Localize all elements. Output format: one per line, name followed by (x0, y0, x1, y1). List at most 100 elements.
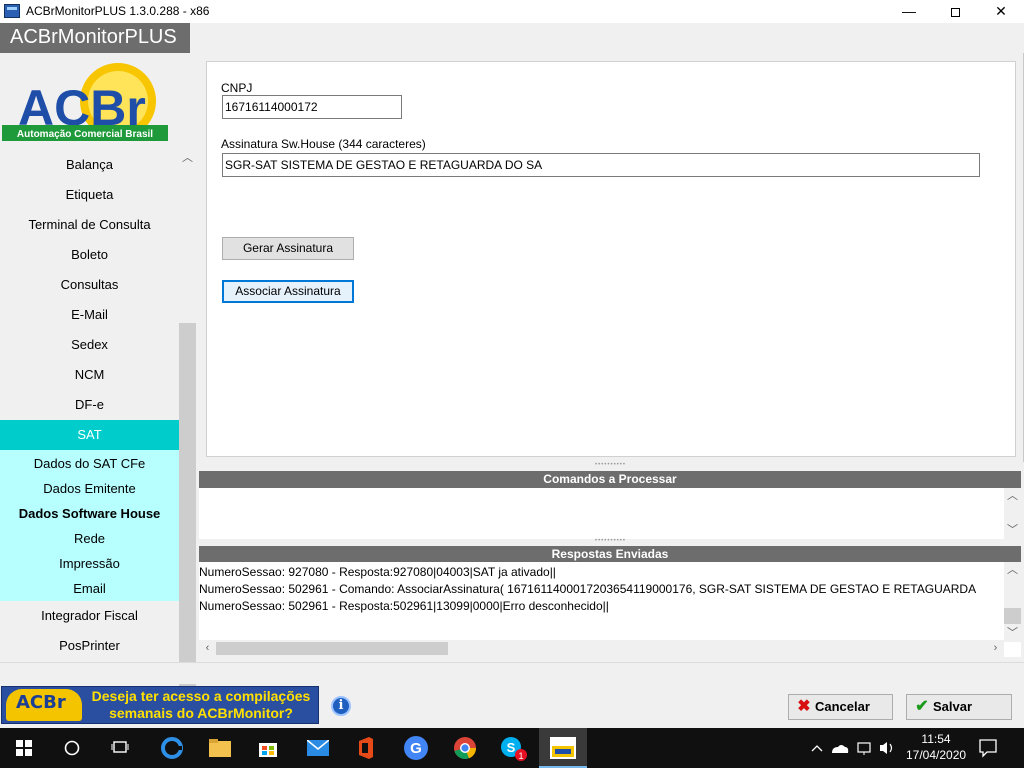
file-explorer-button[interactable] (196, 728, 244, 768)
subitem-impressao[interactable]: Impressão (0, 551, 179, 576)
task-view-icon (111, 741, 129, 753)
acbr-app-icon (550, 737, 576, 759)
scroll-down-icon[interactable]: ﹀ (1004, 522, 1021, 539)
sidebar-item-email[interactable]: E-Mail (0, 300, 179, 330)
sidebar-scroll-thumb[interactable] (179, 323, 196, 695)
edge-icon (161, 737, 183, 759)
responses-panel-header: Respostas Enviadas (199, 546, 1021, 563)
sidebar-item-sedex[interactable]: Sedex (0, 330, 179, 360)
sidebar-scrollbar[interactable]: ︿ ﹀ (179, 150, 196, 715)
signature-input[interactable]: SGR-SAT SISTEMA DE GESTAO E RETAGUARDA D… (222, 153, 980, 177)
associar-assinatura-button[interactable]: Associar Assinatura (222, 280, 354, 303)
checkmark-icon: ✔ (915, 698, 929, 715)
signature-label: Assinatura Sw.House (344 caracteres) (221, 137, 426, 151)
subitem-rede[interactable]: Rede (0, 526, 179, 551)
svg-text:S: S (507, 740, 516, 755)
cancel-button[interactable]: ✖ Cancelar (788, 694, 893, 720)
store-bag-icon (259, 743, 277, 757)
windows-taskbar: G S1 11:54 17/04/2020 (0, 728, 1024, 768)
subitem-dados-software-house[interactable]: Dados Software House (0, 501, 179, 526)
cnpj-label: CNPJ (221, 81, 253, 95)
minimize-button[interactable]: — (886, 0, 932, 23)
sidebar-item-integrador-fiscal[interactable]: Integrador Fiscal (0, 601, 179, 631)
splitter-handle[interactable]: •••••••••• (197, 462, 1024, 470)
sidebar-item-balanca[interactable]: Balança (0, 150, 179, 180)
notifications-button[interactable] (978, 728, 1008, 768)
maximize-button[interactable] (932, 0, 978, 23)
save-button[interactable]: ✔ Salvar (906, 694, 1012, 720)
minimize-icon: — (902, 3, 916, 19)
weekly-builds-banner[interactable]: ACBr Deseja ter acesso a compilações sem… (1, 686, 319, 724)
commands-list[interactable]: ︿ ﹀ (199, 488, 1021, 539)
edge-browser-button[interactable] (148, 728, 196, 768)
gerar-assinatura-button[interactable]: Gerar Assinatura (222, 237, 354, 260)
scroll-up-icon[interactable]: ︿ (179, 150, 196, 167)
app-name-header: ACBrMonitorPLUS (0, 23, 190, 53)
acbr-monitor-taskbar-button[interactable] (539, 728, 587, 768)
google-button[interactable]: G (392, 728, 440, 768)
close-button[interactable]: ✕ (978, 0, 1024, 23)
search-button[interactable] (48, 728, 96, 768)
subitem-dados-sat-cfe[interactable]: Dados do SAT CFe (0, 451, 179, 476)
mail-button[interactable] (294, 728, 342, 768)
folder-icon (209, 739, 231, 757)
window-title-bar: ACBrMonitorPLUS 1.3.0.288 - x86 — ✕ (0, 0, 1024, 23)
sidebar-item-consultas[interactable]: Consultas (0, 270, 179, 300)
scroll-up-icon[interactable]: ︿ (1004, 488, 1021, 505)
start-button[interactable] (0, 728, 48, 768)
cancel-x-icon: ✖ (797, 698, 811, 715)
windows-logo-icon (16, 740, 32, 756)
clock[interactable]: 11:54 17/04/2020 (906, 728, 966, 768)
scroll-left-icon[interactable]: ‹ (199, 640, 216, 657)
svg-text:G: G (410, 740, 422, 757)
sidebar-item-sat[interactable]: SAT (0, 420, 179, 450)
subitem-dados-emitente[interactable]: Dados Emitente (0, 476, 179, 501)
notification-icon (979, 739, 997, 758)
commands-panel-header: Comandos a Processar (199, 471, 1021, 488)
left-panel: ACBr Automação Comercial Brasil Balança … (0, 53, 197, 715)
sat-submenu: Dados do SAT CFe Dados Emitente Dados So… (0, 450, 179, 601)
window-title: ACBrMonitorPLUS 1.3.0.288 - x86 (26, 4, 210, 18)
system-tray (806, 728, 906, 768)
acbr-logo: ACBr Automação Comercial Brasil (2, 63, 168, 141)
sidebar-item-ncm[interactable]: NCM (0, 360, 179, 390)
svg-text:1: 1 (518, 751, 523, 761)
skype-icon: S1 (501, 737, 527, 761)
maximize-icon (950, 8, 960, 17)
chrome-button[interactable] (441, 728, 489, 768)
task-view-button[interactable] (96, 728, 144, 768)
splitter-handle[interactable]: •••••••••• (197, 538, 1024, 546)
subitem-email[interactable]: Email (0, 576, 179, 601)
sidebar-item-boleto[interactable]: Boleto (0, 240, 179, 270)
close-icon: ✕ (995, 3, 1007, 19)
office-icon (359, 737, 373, 759)
responses-vscrollbar[interactable]: ︿ ﹀ (1004, 562, 1021, 642)
scroll-down-icon[interactable]: ﹀ (1004, 625, 1021, 642)
banner-logo-text: ACBr (16, 692, 66, 713)
sidebar-item-posprinter[interactable]: PosPrinter (0, 631, 179, 661)
responses-list[interactable]: NumeroSessao: 927080 - Resposta:927080|0… (199, 562, 1021, 657)
sidebar-item-dfe[interactable]: DF-e (0, 390, 179, 420)
commands-scrollbar[interactable]: ︿ ﹀ (1004, 488, 1021, 539)
tray-icons[interactable] (806, 728, 906, 768)
response-line: NumeroSessao: 927080 - Resposta:927080|0… (199, 565, 556, 579)
responses-hscroll-thumb[interactable] (216, 642, 448, 655)
responses-hscrollbar[interactable]: ‹ › (199, 640, 1004, 657)
cancel-label: Cancelar (815, 699, 870, 714)
cnpj-input[interactable]: 16716114000172 (222, 95, 402, 119)
scroll-up-icon[interactable]: ︿ (1004, 562, 1021, 579)
sidebar-item-etiqueta[interactable]: Etiqueta (0, 180, 179, 210)
chrome-icon (454, 737, 477, 760)
google-icon: G (404, 736, 428, 760)
office-button[interactable] (342, 728, 390, 768)
response-line: NumeroSessao: 502961 - Resposta:502961|1… (199, 599, 609, 613)
software-house-form: CNPJ 16716114000172 Assinatura Sw.House … (206, 61, 1016, 457)
sidebar-item-terminal-consulta[interactable]: Terminal de Consulta (0, 210, 179, 240)
skype-button[interactable]: S1 (490, 728, 538, 768)
app-icon (4, 4, 20, 18)
info-icon[interactable]: i (331, 696, 351, 716)
responses-vscroll-thumb[interactable] (1004, 608, 1021, 624)
acbr-logo-tagline: Automação Comercial Brasil (17, 129, 153, 140)
scroll-right-icon[interactable]: › (987, 640, 1004, 657)
store-button[interactable] (244, 728, 292, 768)
